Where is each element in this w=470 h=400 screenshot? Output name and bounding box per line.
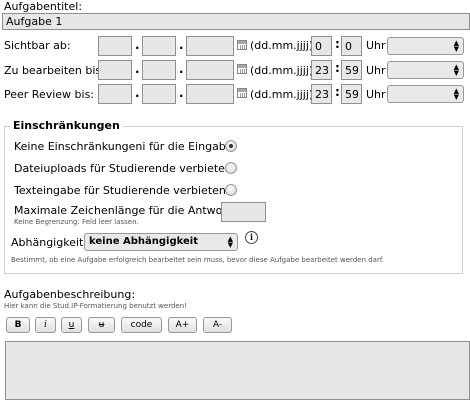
due-time-select[interactable]: ▲ ▼ (387, 61, 464, 79)
bold-button[interactable]: B (6, 317, 30, 333)
time-separator: : (335, 61, 340, 75)
visible-month-input[interactable] (142, 36, 176, 56)
dependency-hint: Bestimmt, ob eine Aufgabe erfolgreich be… (11, 256, 385, 264)
visible-time-select[interactable]: ▲ ▼ (387, 37, 464, 55)
due-label: Zu bearbeiten bis: (4, 64, 105, 77)
peer-day-input[interactable] (98, 84, 132, 104)
code-button[interactable]: code (121, 317, 162, 333)
chevron-updown-icon: ▲ ▼ (453, 87, 459, 101)
title-input[interactable] (2, 13, 470, 30)
radio-no-restriction[interactable] (225, 140, 237, 152)
time-separator: : (335, 37, 340, 51)
dependency-label: Abhängigkeit: (11, 236, 88, 249)
chevron-updown-icon: ▲ ▼ (227, 235, 233, 249)
date-separator: . (179, 62, 184, 76)
max-length-input[interactable] (221, 202, 266, 222)
max-length-label: Maximale Zeichenlänge für die Antwort: (14, 204, 235, 217)
peer-review-label: Peer Review bis: (4, 88, 95, 101)
uhr-label: Uhr (366, 64, 386, 77)
chevron-updown-icon: ▲ ▼ (453, 63, 459, 77)
due-month-input[interactable] (142, 60, 176, 80)
option-label-none: Keine Einschränkungeni für die Eingabe: (14, 140, 237, 153)
max-length-hint: Keine Begrenzung: Feld leer lassen. (14, 218, 139, 226)
dependency-value: keine Abhängigkeit (89, 236, 198, 247)
due-year-input[interactable] (186, 60, 234, 80)
date-format-hint: (dd.mm.jjjj) (250, 39, 314, 52)
option-label-no-text: Texteingabe für Studierende verbieten: (14, 184, 230, 197)
calendar-icon[interactable] (237, 64, 247, 74)
peer-time-select[interactable]: ▲ ▼ (387, 85, 464, 103)
info-icon[interactable]: i (245, 231, 258, 244)
uhr-label: Uhr (366, 88, 386, 101)
restrictions-legend: Einschränkungen (10, 119, 123, 132)
peer-hour-input[interactable] (311, 84, 332, 104)
date-separator: . (135, 38, 140, 52)
date-separator: . (179, 86, 184, 100)
date-separator: . (135, 86, 140, 100)
title-label: Aufgabentitel: (4, 0, 83, 13)
radio-no-upload[interactable] (225, 162, 237, 174)
uhr-label: Uhr (366, 39, 386, 52)
smaller-text-button[interactable]: A- (203, 317, 232, 333)
due-minute-input[interactable] (341, 60, 362, 80)
dependency-select[interactable]: keine Abhängigkeit ▲ ▼ (84, 233, 238, 251)
visible-minute-input[interactable] (341, 36, 362, 56)
description-hint: Hier kann die Stud.IP-Formatierung benut… (4, 302, 187, 310)
bigger-text-button[interactable]: A+ (168, 317, 197, 333)
visible-day-input[interactable] (98, 36, 132, 56)
description-textarea[interactable] (5, 341, 470, 400)
radio-no-text[interactable] (225, 184, 237, 196)
date-separator: . (135, 62, 140, 76)
underline-button[interactable]: u (61, 317, 82, 333)
due-day-input[interactable] (98, 60, 132, 80)
italic-button[interactable]: i (35, 317, 56, 333)
peer-month-input[interactable] (142, 84, 176, 104)
visible-hour-input[interactable] (311, 36, 332, 56)
date-separator: . (179, 38, 184, 52)
visible-from-label: Sichtbar ab: (4, 39, 71, 52)
peer-year-input[interactable] (186, 84, 234, 104)
calendar-icon[interactable] (237, 40, 247, 50)
visible-year-input[interactable] (186, 36, 234, 56)
time-separator: : (335, 85, 340, 99)
description-label: Aufgabenbeschreibung: (4, 288, 136, 301)
strikethrough-button[interactable]: u (88, 317, 115, 333)
date-format-hint: (dd.mm.jjjj) (250, 88, 314, 101)
chevron-updown-icon: ▲ ▼ (453, 39, 459, 53)
date-format-hint: (dd.mm.jjjj) (250, 64, 314, 77)
calendar-icon[interactable] (237, 88, 247, 98)
due-hour-input[interactable] (311, 60, 332, 80)
peer-minute-input[interactable] (341, 84, 362, 104)
option-label-no-upload: Dateiuploads für Studierende verbieten: (14, 162, 236, 175)
